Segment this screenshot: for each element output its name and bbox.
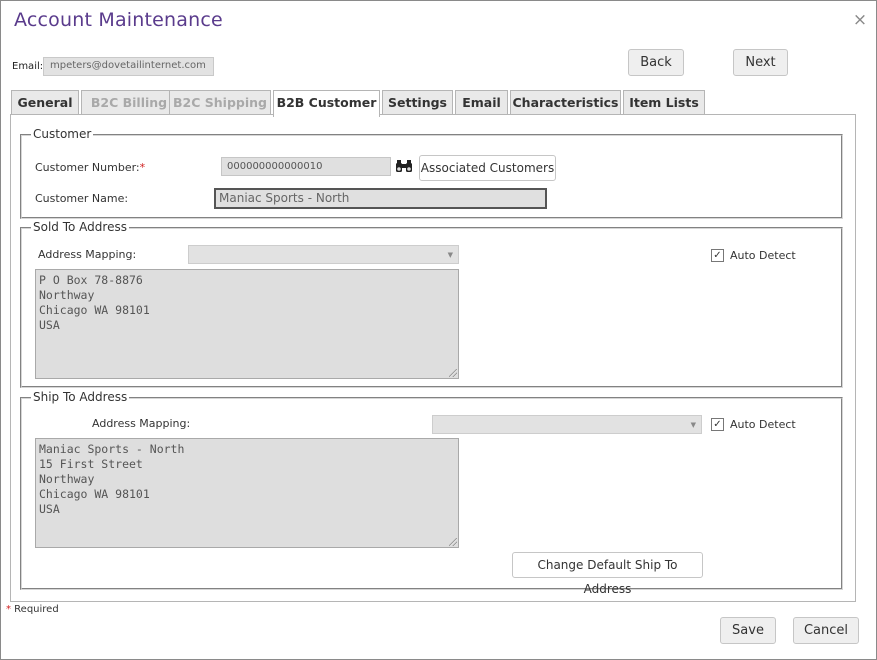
required-note: * Required: [6, 604, 59, 615]
ship-to-auto-detect[interactable]: ✓ Auto Detect: [711, 418, 811, 432]
ship-to-legend: Ship To Address: [31, 390, 130, 404]
binoculars-icon[interactable]: [395, 159, 413, 173]
ship-to-auto-detect-checkbox[interactable]: ✓: [711, 418, 724, 431]
cancel-button[interactable]: Cancel: [793, 617, 859, 644]
sold-to-address-textarea[interactable]: P O Box 78-8876 Northway Chicago WA 9810…: [35, 269, 459, 379]
customer-name-label: Customer Name:: [35, 192, 129, 205]
chevron-down-icon: ▼: [690, 421, 696, 429]
tab-general[interactable]: General: [11, 90, 79, 115]
tab-settings[interactable]: Settings: [382, 90, 453, 115]
tab-characteristics[interactable]: Characteristics: [510, 90, 621, 115]
customer-number-label: Customer Number:*: [35, 161, 146, 174]
save-button[interactable]: Save: [720, 617, 776, 644]
sold-to-auto-detect[interactable]: ✓ Auto Detect: [711, 249, 811, 263]
tab-b2c-billing: B2C Billing: [81, 90, 177, 115]
close-icon[interactable]: ×: [852, 12, 868, 29]
sold-to-address-mapping-label: Address Mapping:: [38, 248, 137, 261]
ship-to-auto-detect-label: Auto Detect: [730, 418, 796, 431]
next-button[interactable]: Next: [733, 49, 788, 76]
email-label: Email:: [12, 61, 44, 72]
ship-to-address-textarea[interactable]: Maniac Sports - North 15 First Street No…: [35, 438, 459, 548]
chevron-down-icon: ▼: [447, 251, 453, 259]
sold-to-auto-detect-checkbox[interactable]: ✓: [711, 249, 724, 262]
sold-to-address-mapping-select[interactable]: ▼: [188, 245, 459, 264]
resize-grip-icon[interactable]: [449, 369, 457, 377]
change-default-ship-to-button[interactable]: Change Default Ship To Address: [512, 552, 703, 596]
tab-b2b-customer[interactable]: B2B Customer: [273, 90, 380, 117]
sold-to-group: Sold To Address Address Mapping: ▼ ✓ Aut…: [20, 220, 843, 388]
b2b-customer-panel: Customer Customer Number:* 0000000000000…: [10, 114, 856, 602]
required-mark: *: [139, 161, 146, 174]
sold-to-auto-detect-label: Auto Detect: [730, 249, 796, 262]
tab-item-lists[interactable]: Item Lists: [623, 90, 705, 115]
account-maintenance-dialog: Account Maintenance × Email: mpeters@dov…: [0, 0, 877, 660]
tab-email[interactable]: Email: [455, 90, 508, 115]
tab-b2c-shipping: B2C Shipping: [169, 90, 271, 115]
email-field: mpeters@dovetailinternet.com: [43, 57, 214, 76]
back-button[interactable]: Back: [628, 49, 684, 76]
customer-legend: Customer: [31, 127, 94, 141]
customer-number-field: 000000000000010: [221, 157, 391, 176]
ship-to-address-mapping-label: Address Mapping:: [92, 417, 191, 430]
resize-grip-icon[interactable]: [449, 538, 457, 546]
customer-name-field: Maniac Sports - North: [214, 188, 547, 209]
associated-customers-button[interactable]: Associated Customers: [419, 155, 556, 181]
customer-group: Customer Customer Number:* 0000000000000…: [20, 127, 843, 219]
ship-to-group: Ship To Address Address Mapping: ▼ ✓ Aut…: [20, 390, 843, 596]
sold-to-legend: Sold To Address: [31, 220, 129, 234]
ship-to-address-mapping-select[interactable]: ▼: [432, 415, 702, 434]
dialog-title: Account Maintenance: [14, 9, 223, 31]
